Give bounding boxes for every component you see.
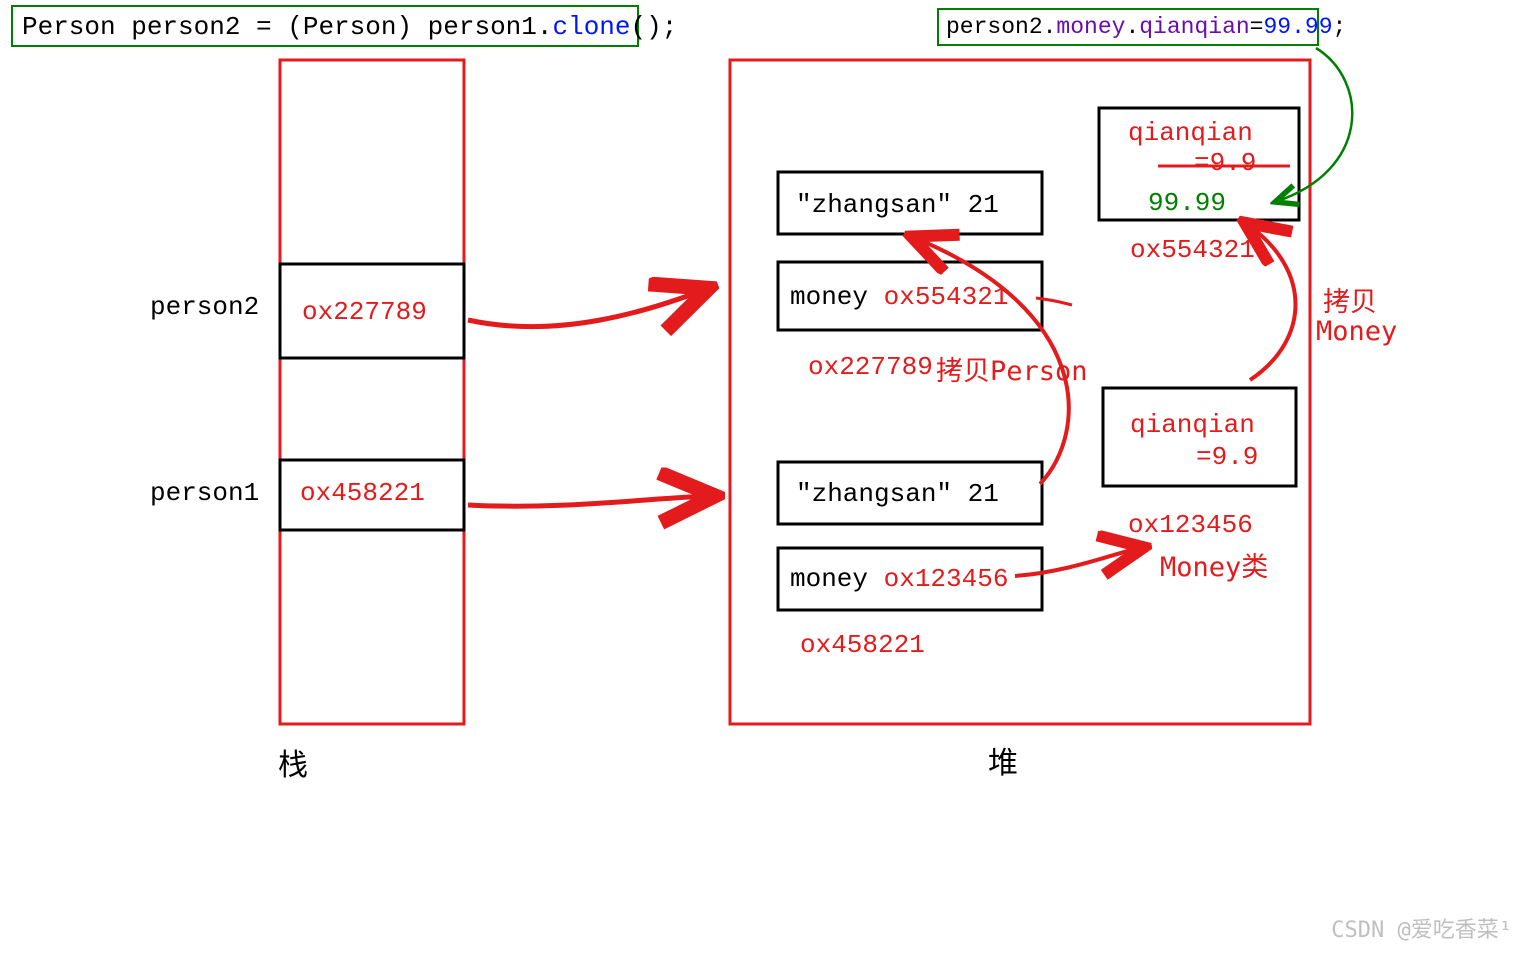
p1-row1: "zhangsan" 21: [796, 479, 999, 509]
code-lit: 99.99: [1263, 14, 1332, 40]
code-field: qianqian: [1139, 14, 1249, 40]
m1-addr: ox123456: [1128, 510, 1253, 540]
p2-row1: "zhangsan" 21: [796, 190, 999, 220]
m2-note: 拷贝: [1323, 280, 1377, 319]
code-text: Person person2 = (Person) person1.: [22, 12, 553, 42]
label-person1: person1: [150, 478, 259, 508]
m1-note: Money类: [1160, 545, 1268, 584]
code-text: =: [1250, 14, 1264, 40]
code-method: clone: [553, 12, 631, 42]
p2-row2: money ox554321: [790, 282, 1008, 312]
p2-addr: ox227789: [808, 352, 933, 382]
code-text: .: [1125, 14, 1139, 40]
label-person2: person2: [150, 292, 259, 322]
p2-age: 21: [968, 190, 999, 220]
code-text: ;: [1333, 14, 1347, 40]
code-text: person2.: [946, 14, 1056, 40]
code-clone: Person person2 = (Person) person1.clone(…: [22, 12, 677, 42]
heap-label: 堆: [988, 738, 1018, 782]
p1-moneylbl: money: [790, 564, 884, 594]
addr-person2: ox227789: [302, 297, 427, 327]
m2-note2: Money: [1316, 316, 1397, 347]
m2-val: =9.9: [1194, 148, 1256, 178]
addr-person1: ox458221: [300, 478, 425, 508]
p2-note: 拷贝Person: [936, 349, 1088, 388]
p2-moneylbl: money: [790, 282, 884, 312]
code-text: ();: [631, 12, 678, 42]
m2-newval: 99.99: [1148, 188, 1226, 218]
code-field: money: [1056, 14, 1125, 40]
stack-label: 栈: [278, 740, 308, 784]
watermark: CSDN @爱吃香菜¹: [1331, 912, 1512, 944]
m2-field: qianqian: [1128, 118, 1253, 148]
code-assign: person2.money.qianqian=99.99;: [946, 14, 1346, 40]
m1-field: qianqian: [1130, 410, 1255, 440]
p1-row2: money ox123456: [790, 564, 1008, 594]
p1-moneyaddr: ox123456: [884, 564, 1009, 594]
p2-name: "zhangsan": [796, 190, 968, 220]
p1-age: 21: [968, 479, 999, 509]
p1-addr: ox458221: [800, 630, 925, 660]
p1-name: "zhangsan": [796, 479, 968, 509]
m2-addr: ox554321: [1130, 235, 1255, 265]
m1-val: =9.9: [1196, 442, 1258, 472]
p2-moneyaddr: ox554321: [884, 282, 1009, 312]
